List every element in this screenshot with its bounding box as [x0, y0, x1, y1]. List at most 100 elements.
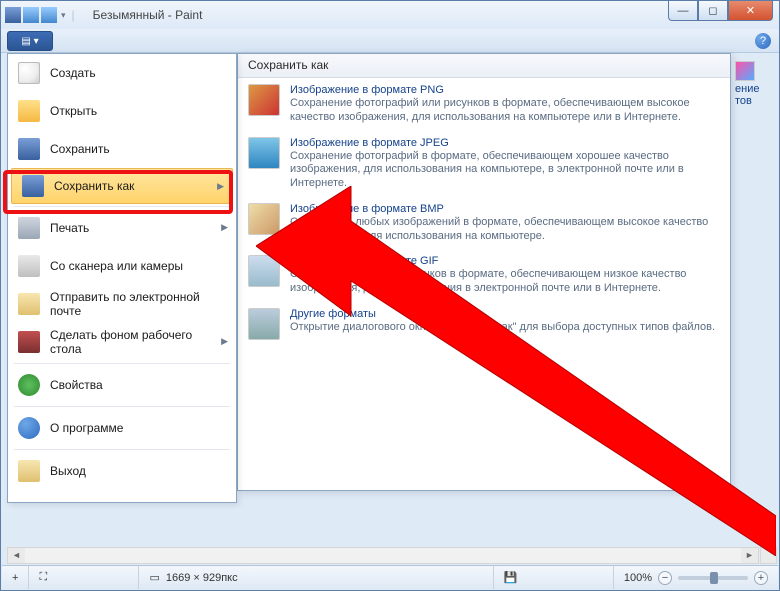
submenu-header: Сохранить как	[238, 54, 730, 78]
minimize-button[interactable]: —	[668, 1, 698, 21]
ribbon-bar: ▤ ▾ ?	[1, 29, 779, 53]
status-zoom: 100% − +	[614, 566, 778, 589]
filemenu-item-7[interactable]: Сделать фоном рабочего стола▶	[8, 323, 236, 361]
scroll-right-icon[interactable]: ►	[741, 548, 758, 563]
ic-print-icon	[18, 217, 40, 239]
ic-saveas-icon	[22, 175, 44, 197]
saveas-option-title: Изображение в формате JPEG	[290, 137, 720, 149]
filemenu-item-label: О программе	[50, 421, 123, 435]
filemenu-item-label: Отправить по электронной почте	[50, 290, 226, 318]
ribbon-peek: ение тов	[735, 61, 769, 107]
filemenu-item-label: Сохранить	[50, 142, 110, 156]
close-button[interactable]: ✕	[728, 1, 773, 21]
file-menu-button[interactable]: ▤ ▾	[7, 31, 53, 51]
zoom-in-button[interactable]: +	[754, 571, 768, 585]
qat-save-icon[interactable]	[5, 7, 21, 23]
filemenu-item-5[interactable]: Со сканера или камеры	[8, 247, 236, 285]
filemenu-item-3[interactable]: Сохранить как ▶	[11, 168, 233, 204]
filemenu-item-label: Сохранить как	[54, 179, 134, 193]
chevron-right-icon: ▶	[217, 181, 224, 192]
disk-icon: 💾	[504, 571, 518, 584]
ic-open-icon	[18, 100, 40, 122]
saveas-option-title: Другие форматы	[290, 308, 715, 320]
menu-separator	[14, 363, 230, 364]
filemenu-item-9[interactable]: О программе	[8, 409, 236, 447]
window-controls: — ◻ ✕	[668, 1, 773, 21]
filemenu-item-6[interactable]: Отправить по электронной почте	[8, 285, 236, 323]
ic-exit-icon	[18, 460, 40, 482]
window-title: Безымянный - Paint	[93, 8, 203, 22]
qat-undo-icon[interactable]	[23, 7, 39, 23]
maximize-button[interactable]: ◻	[698, 1, 728, 21]
filemenu-item-label: Создать	[50, 66, 96, 80]
qat-dropdown-icon[interactable]: ▾	[61, 10, 66, 21]
saveas-option-title: Изображение в формате BMP	[290, 203, 720, 215]
menu-separator	[14, 449, 230, 450]
saveas-option-desc: Сохранение простых рисунков в формате, о…	[290, 268, 720, 296]
status-dimensions: ▭ 1669 × 929пкс	[139, 566, 493, 589]
filemenu-item-1[interactable]: Открыть	[8, 92, 236, 130]
ic-mail-icon	[18, 293, 40, 315]
menu-separator	[14, 206, 230, 207]
quick-access-toolbar: ▾	[5, 7, 66, 23]
filemenu-item-label: Выход	[50, 464, 86, 478]
ic-desk-icon	[18, 331, 40, 353]
help-button[interactable]: ?	[755, 33, 771, 49]
menu-separator	[14, 406, 230, 407]
qat-redo-icon[interactable]	[41, 7, 57, 23]
ic-save-icon	[18, 138, 40, 160]
saveas-option-desc: Сохранение фотографий в формате, обеспеч…	[290, 150, 720, 191]
ic-new-icon	[18, 62, 40, 84]
save-as-submenu: Сохранить как Изображение в формате PNGС…	[237, 53, 731, 491]
saveas-option-title: Изображение в формате GIF	[290, 255, 720, 267]
saveas-option-4[interactable]: Другие форматыОткрытие диалогового окна …	[238, 302, 730, 346]
saveas-option-1[interactable]: Изображение в формате JPEGСохранение фот…	[238, 131, 730, 197]
file-menu-panel: СоздатьОткрытьСохранитьСохранить как▶Печ…	[7, 53, 237, 503]
status-selection: ⛶	[29, 566, 139, 589]
th-png-icon	[248, 84, 280, 116]
th-gif-icon	[248, 255, 280, 287]
filemenu-item-8[interactable]: Свойства	[8, 366, 236, 404]
zoom-out-button[interactable]: −	[658, 571, 672, 585]
scroll-corner	[760, 547, 777, 564]
dimensions-text: 1669 × 929пкс	[166, 572, 238, 584]
file-menu-icon: ▤ ▾	[21, 36, 38, 47]
ic-scan-icon	[18, 255, 40, 277]
filemenu-item-label: Печать	[50, 221, 89, 235]
saveas-option-title: Изображение в формате PNG	[290, 84, 720, 96]
saveas-option-0[interactable]: Изображение в формате PNGСохранение фото…	[238, 78, 730, 131]
saveas-option-3[interactable]: Изображение в формате GIFСохранение прос…	[238, 249, 730, 302]
color-swatch-icon[interactable]	[735, 61, 755, 81]
chevron-right-icon: ▶	[221, 222, 228, 233]
title-bar: ▾ | Безымянный - Paint — ◻ ✕	[1, 1, 779, 29]
saveas-option-desc: Открытие диалогового окна "Сохранить как…	[290, 321, 715, 335]
dimensions-icon: ▭	[149, 571, 159, 584]
filemenu-item-4[interactable]: Печать ▶	[8, 209, 236, 247]
saveas-option-desc: Сохранение фотографий или рисунков в фор…	[290, 97, 720, 125]
cursor-icon: +	[12, 572, 18, 584]
saveas-option-desc: Сохранение любых изображений в формате, …	[290, 216, 720, 244]
scroll-left-icon[interactable]: ◄	[8, 548, 25, 563]
saveas-option-2[interactable]: Изображение в формате BMPСохранение любы…	[238, 197, 730, 250]
filemenu-item-2[interactable]: Сохранить	[8, 130, 236, 168]
status-cursor: +	[2, 566, 29, 589]
ic-prop-icon	[18, 374, 40, 396]
filemenu-item-label: Со сканера или камеры	[50, 259, 183, 273]
status-filesize: 💾	[494, 566, 614, 589]
th-other-icon	[248, 308, 280, 340]
filemenu-item-0[interactable]: Создать	[8, 54, 236, 92]
selection-icon: ⛶	[39, 571, 47, 584]
chevron-right-icon: ▶	[221, 336, 228, 347]
filemenu-item-label: Открыть	[50, 104, 97, 118]
filemenu-item-label: Свойства	[50, 378, 103, 392]
th-jpeg-icon	[248, 137, 280, 169]
zoom-slider[interactable]	[678, 576, 748, 580]
ic-about-icon	[18, 417, 40, 439]
filemenu-item-label: Сделать фоном рабочего стола	[50, 328, 226, 356]
horizontal-scrollbar[interactable]: ◄ ►	[7, 547, 759, 564]
status-bar: + ⛶ ▭ 1669 × 929пкс 💾 100% − +	[2, 565, 778, 589]
th-bmp-icon	[248, 203, 280, 235]
filemenu-item-10[interactable]: Выход	[8, 452, 236, 490]
app-window: ▾ | Безымянный - Paint — ◻ ✕ ▤ ▾ ? ение …	[0, 0, 780, 591]
zoom-text: 100%	[624, 572, 652, 584]
